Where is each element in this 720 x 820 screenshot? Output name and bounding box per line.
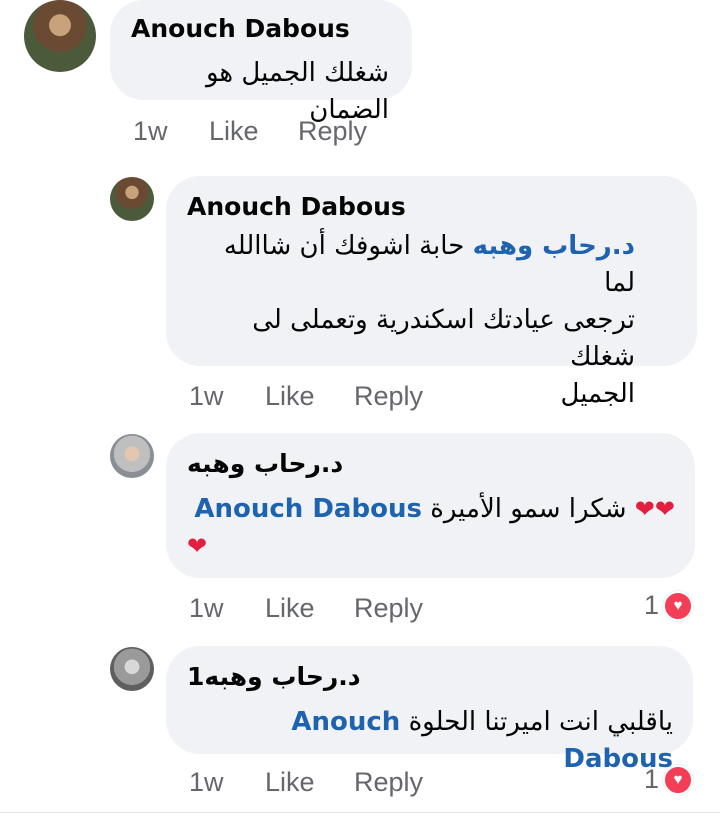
comment-text-line-2: ترجعى عيادتك اسكندرية وتعملى لى شغلك <box>252 305 635 372</box>
reaction-count: 1 <box>644 764 660 794</box>
reply-button[interactable]: Reply <box>354 593 423 624</box>
comment-text-line-1: د.رحاب وهبه حابة اشوفك أن شاالله لما <box>187 228 635 302</box>
mention-link[interactable]: د.رحاب وهبه <box>473 231 635 261</box>
love-reaction-icon: ♥ <box>663 764 694 795</box>
comment-time[interactable]: 1w <box>189 767 224 798</box>
reply-button[interactable]: Reply <box>354 767 423 798</box>
reaction-summary[interactable]: 1 ♥ <box>644 590 694 621</box>
comment-text-line-2: ❤ <box>187 528 675 565</box>
comment-text: ❤❤ شكرا سمو الأميرة Anouch Dabous ❤ <box>187 491 675 565</box>
like-button[interactable]: Like <box>265 767 315 798</box>
comment-time[interactable]: 1w <box>189 381 224 412</box>
comment-text-line-1: ❤❤ شكرا سمو الأميرة Anouch Dabous <box>187 491 675 528</box>
heart-emoji-icon: ❤ <box>654 495 675 523</box>
comment-time[interactable]: 1w <box>189 593 224 624</box>
comment-time[interactable]: 1w <box>133 116 168 147</box>
comment-text-segment: ياقلبي انت اميرتنا الحلوة <box>408 707 673 737</box>
comment-actions: 1w Like Reply <box>189 381 489 413</box>
comment-author[interactable]: Anouch Dabous <box>131 14 350 43</box>
avatar-anouch-dabous[interactable] <box>24 0 96 72</box>
like-button[interactable]: Like <box>265 593 315 624</box>
reaction-summary[interactable]: 1 ♥ <box>644 764 694 795</box>
avatar-anouch-dabous[interactable] <box>110 177 154 221</box>
comment-text-segment: شكرا سمو الأميرة <box>430 494 627 524</box>
comment-author[interactable]: د.رحاب وهبه <box>187 449 343 478</box>
mention-link[interactable]: Anouch Dabous <box>194 494 422 524</box>
avatar-rehab-wahba-1[interactable] <box>110 647 154 691</box>
comment-author[interactable]: د.رحاب وهبه1 <box>187 662 361 691</box>
comment-actions: 1w Like Reply <box>189 767 489 799</box>
reply-button[interactable]: Reply <box>354 381 423 412</box>
reaction-count: 1 <box>644 590 660 620</box>
comment-actions: 1w Like Reply <box>189 593 489 625</box>
like-button[interactable]: Like <box>265 381 315 412</box>
comment-actions: 1w Like Reply <box>133 116 433 148</box>
heart-emoji-icon: ❤ <box>187 532 208 560</box>
bottom-divider <box>0 812 720 813</box>
like-button[interactable]: Like <box>209 116 259 147</box>
heart-emoji-icon: ❤ <box>634 495 655 523</box>
reply-button[interactable]: Reply <box>298 116 367 147</box>
avatar-rehab-wahba[interactable] <box>110 434 154 478</box>
love-reaction-icon: ♥ <box>663 590 694 621</box>
comment-author[interactable]: Anouch Dabous <box>187 192 406 221</box>
